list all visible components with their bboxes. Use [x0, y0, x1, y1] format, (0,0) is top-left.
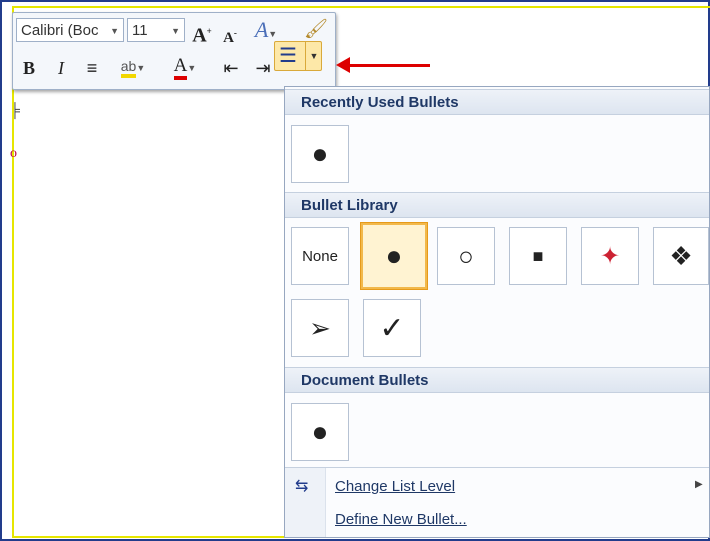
font-color-icon[interactable]: A▼: [165, 53, 205, 80]
colored-star-icon: ✦: [599, 242, 621, 270]
format-painter-icon[interactable]: 🖌: [303, 18, 329, 42]
bullet-tile-diamonds[interactable]: ❖: [653, 227, 709, 285]
font-size-value: 11: [132, 22, 148, 39]
menu-item-change-list-level[interactable]: Change List Level: [335, 478, 455, 495]
chevron-down-icon[interactable]: ▼: [171, 19, 180, 43]
bullet-none-label: None: [302, 247, 338, 265]
bullets-split-button[interactable]: ☰ ▼: [274, 41, 322, 71]
bullet-tile-star[interactable]: ✦: [581, 227, 639, 285]
bullet-tile-document-circle[interactable]: ●: [291, 403, 349, 461]
menu-divider: [285, 467, 709, 468]
font-name-combo[interactable]: Calibri (Boc ▼: [16, 18, 124, 42]
filled-circle-icon: ●: [311, 416, 329, 447]
hollow-circle-icon: ○: [458, 240, 474, 271]
submenu-arrow-icon[interactable]: ▶: [695, 479, 703, 490]
red-arrow-line: [342, 64, 430, 67]
change-list-level-icon: ⇆: [295, 478, 309, 495]
bullet-tile-checkmark[interactable]: ✓: [363, 299, 421, 357]
bullet-list-icon[interactable]: ☰: [279, 42, 297, 70]
section-document-header: Document Bullets: [285, 367, 709, 393]
four-diamonds-icon: ❖: [669, 240, 693, 271]
chevron-down-icon[interactable]: ▼: [110, 19, 119, 43]
center-align-icon[interactable]: ≡: [81, 56, 103, 80]
bullet-tile-hollow-circle[interactable]: ○: [437, 227, 495, 285]
bullet-tile-arrowhead[interactable]: ➢: [291, 299, 349, 357]
spelling-mark: o: [10, 146, 17, 161]
bullets-gallery: Recently Used Bullets ● Bullet Library N…: [284, 86, 710, 538]
bullet-tile-none[interactable]: None: [291, 227, 349, 285]
text-cursor-mark: ╞: [10, 104, 20, 119]
section-recent-header: Recently Used Bullets: [285, 89, 709, 115]
decrease-indent-icon[interactable]: ⇤: [219, 56, 243, 80]
checkmark-icon: ✓: [379, 311, 405, 345]
chevron-down-icon[interactable]: ▼: [305, 42, 322, 70]
bullet-tile-filled-circle[interactable]: ●: [360, 222, 428, 290]
filled-circle-icon: ●: [385, 240, 403, 271]
bullet-tile-square[interactable]: ■: [509, 227, 567, 285]
grow-font-icon[interactable]: A+: [191, 19, 213, 48]
italic-icon[interactable]: I: [51, 56, 71, 80]
highlight-icon[interactable]: ab▼: [113, 53, 153, 80]
section-library-header: Bullet Library: [285, 192, 709, 218]
menu-icon-column: ⇆: [285, 468, 326, 537]
bold-icon[interactable]: B: [19, 56, 39, 80]
filled-square-icon: ■: [532, 245, 544, 266]
filled-circle-icon: ●: [311, 138, 329, 169]
font-name-value: Calibri (Boc: [21, 22, 99, 39]
increase-indent-icon[interactable]: ⇥: [251, 56, 275, 80]
font-size-combo[interactable]: 11 ▼: [127, 18, 185, 42]
menu-item-define-new-bullet[interactable]: Define New Bullet...: [335, 511, 467, 528]
shrink-font-icon[interactable]: A-: [219, 21, 241, 50]
bullet-tile-recent-circle[interactable]: ●: [291, 125, 349, 183]
arrowhead-icon: ➢: [309, 312, 331, 343]
